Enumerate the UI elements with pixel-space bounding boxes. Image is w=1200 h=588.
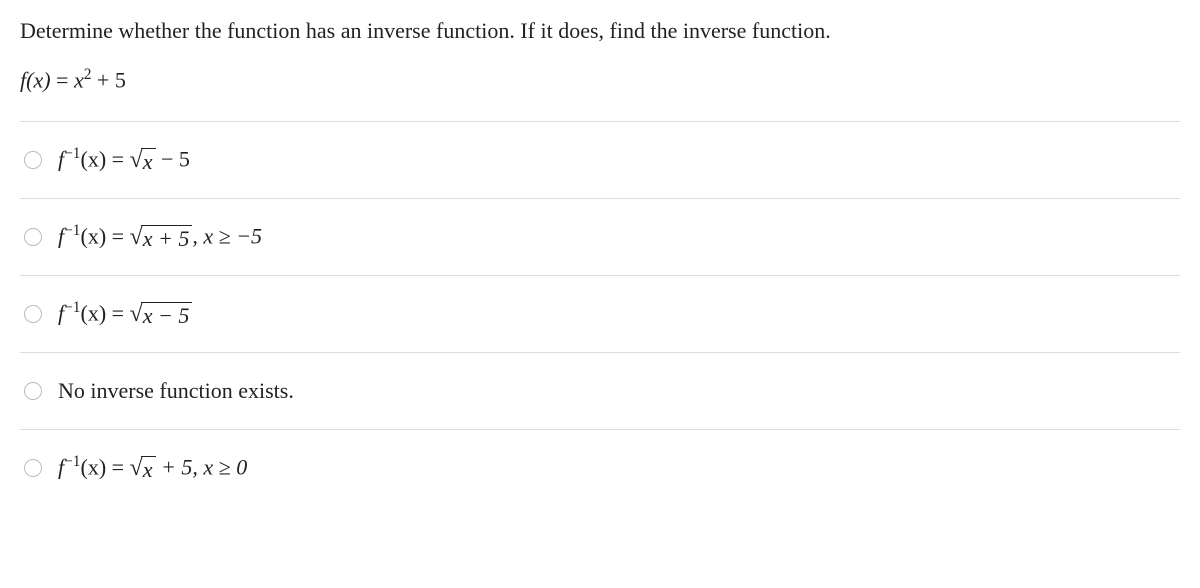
sqrt-icon: √x − 5: [130, 302, 193, 329]
question-prompt: Determine whether the function has an in…: [20, 18, 1180, 44]
option-2-tail: , x ≥ −5: [192, 224, 262, 249]
radicand: x + 5: [141, 225, 193, 252]
function-rhs-const: + 5: [91, 67, 125, 92]
sqrt-icon: √x: [130, 456, 156, 483]
radicand: x − 5: [141, 302, 193, 329]
options-list: f−1(x) = √x − 5 f−1(x) = √x + 5, x ≥ −5 …: [20, 121, 1180, 506]
finv-arg: (x) =: [81, 147, 130, 172]
option-4-label: No inverse function exists.: [58, 378, 294, 404]
option-1-tail: − 5: [156, 147, 190, 172]
finv-exp: −1: [64, 145, 80, 162]
option-1-label: f−1(x) = √x − 5: [58, 145, 190, 175]
finv-arg: (x) =: [81, 301, 130, 326]
radio-icon[interactable]: [24, 228, 42, 246]
finv-exp: −1: [64, 299, 80, 316]
option-4[interactable]: No inverse function exists.: [20, 352, 1180, 429]
option-1[interactable]: f−1(x) = √x − 5: [20, 121, 1180, 198]
option-3-label: f−1(x) = √x − 5: [58, 299, 192, 329]
finv-exp: −1: [64, 222, 80, 239]
option-5[interactable]: f−1(x) = √x + 5, x ≥ 0: [20, 429, 1180, 506]
option-5-label: f−1(x) = √x + 5, x ≥ 0: [58, 453, 247, 483]
function-rhs-var: x: [74, 67, 84, 92]
option-2[interactable]: f−1(x) = √x + 5, x ≥ −5: [20, 198, 1180, 275]
radicand: x: [141, 148, 156, 175]
radio-icon[interactable]: [24, 151, 42, 169]
radio-icon[interactable]: [24, 459, 42, 477]
option-2-label: f−1(x) = √x + 5, x ≥ −5: [58, 222, 262, 252]
finv-arg: (x) =: [81, 455, 130, 480]
radicand: x: [141, 456, 156, 483]
sqrt-icon: √x: [130, 148, 156, 175]
finv-arg: (x) =: [81, 224, 130, 249]
option-3[interactable]: f−1(x) = √x − 5: [20, 275, 1180, 352]
radio-icon[interactable]: [24, 382, 42, 400]
finv-exp: −1: [64, 453, 80, 470]
radio-icon[interactable]: [24, 305, 42, 323]
sqrt-icon: √x + 5: [130, 225, 193, 252]
function-definition: f(x) = x2 + 5: [20, 66, 1180, 93]
function-lhs: f(x): [20, 67, 51, 92]
option-5-tail: + 5, x ≥ 0: [156, 455, 248, 480]
